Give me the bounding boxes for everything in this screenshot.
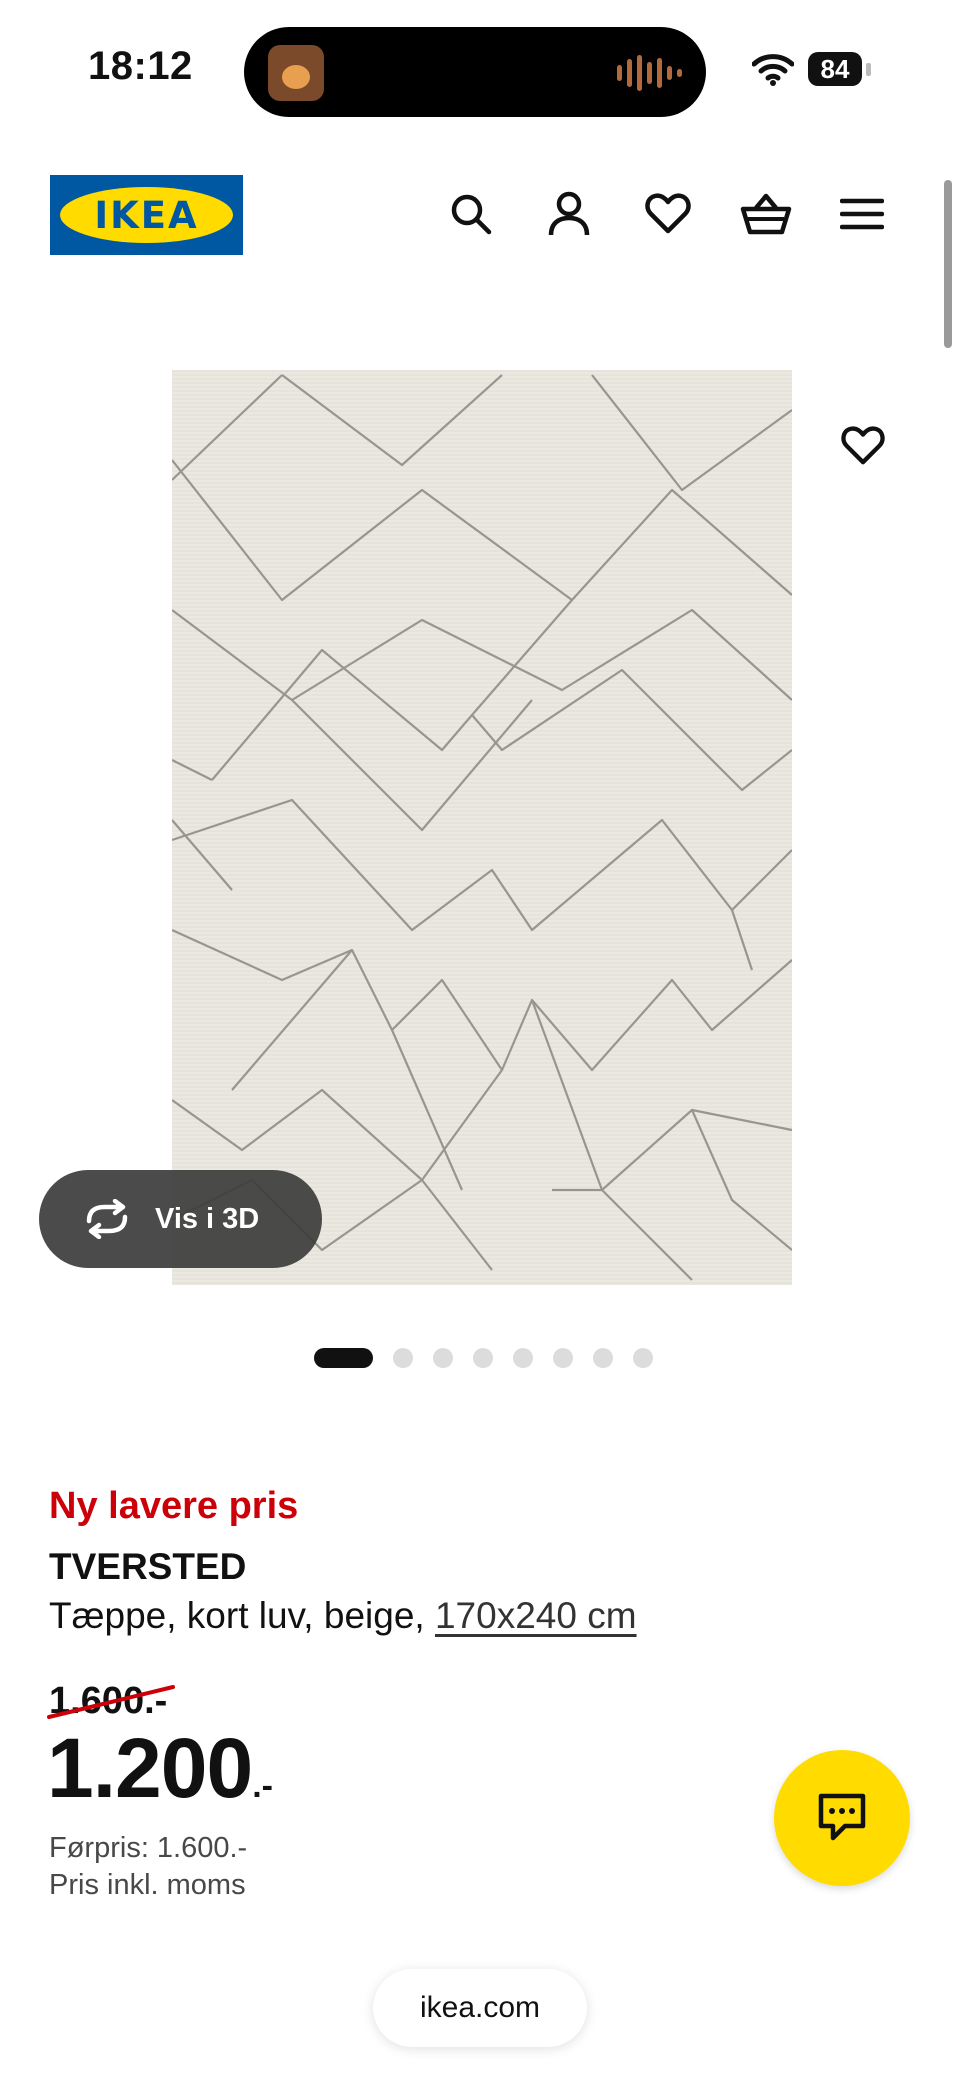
now-playing-artwork xyxy=(268,45,324,101)
product-image xyxy=(172,370,792,1285)
size-link[interactable]: 170x240 cm xyxy=(435,1595,637,1636)
strikethrough-line xyxy=(47,1685,175,1719)
account-icon[interactable] xyxy=(541,186,597,242)
chat-icon xyxy=(818,1793,866,1841)
ikea-logo[interactable]: IKEA xyxy=(50,175,243,255)
browser-url-bar[interactable]: ikea.com xyxy=(373,1969,587,2047)
price-main: 1.200 xyxy=(47,1721,253,1815)
price-suffix: .- xyxy=(252,1767,273,1805)
pagination-dot[interactable] xyxy=(473,1348,493,1368)
logo-text: IKEA xyxy=(94,193,199,237)
search-icon[interactable] xyxy=(443,186,499,242)
pagination-dot[interactable] xyxy=(433,1348,453,1368)
scrollbar[interactable] xyxy=(944,180,952,348)
status-time: 18:12 xyxy=(88,44,193,88)
heart-icon[interactable] xyxy=(640,186,696,242)
previous-price: Førpris: 1.600.- xyxy=(49,1832,248,1864)
battery-level: 84 xyxy=(808,52,862,86)
pagination-dot[interactable] xyxy=(633,1348,653,1368)
wifi-icon xyxy=(752,54,794,86)
url-text: ikea.com xyxy=(419,1991,541,2024)
current-price: 1.200.- xyxy=(47,1726,273,1810)
view-in-3d-button[interactable]: Vis i 3D xyxy=(39,1170,322,1268)
chat-button[interactable] xyxy=(774,1750,910,1886)
basket-icon[interactable] xyxy=(738,186,794,242)
pagination-dot[interactable] xyxy=(553,1348,573,1368)
vat-note: Pris inkl. moms xyxy=(49,1869,246,1901)
favorite-product-icon[interactable] xyxy=(832,415,894,477)
rotate-3d-icon xyxy=(86,1199,128,1239)
audio-waveform-icon xyxy=(617,55,682,91)
gallery-pagination[interactable] xyxy=(314,1348,653,1368)
pagination-dot[interactable] xyxy=(593,1348,613,1368)
product-name: TVERSTED xyxy=(49,1546,247,1587)
product-description-text: Tæppe, kort luv, beige, xyxy=(49,1595,425,1636)
pagination-dot[interactable] xyxy=(513,1348,533,1368)
pagination-dot[interactable] xyxy=(393,1348,413,1368)
dynamic-island[interactable] xyxy=(244,27,706,117)
battery-icon: 84 xyxy=(808,52,872,88)
menu-icon[interactable] xyxy=(834,186,890,242)
product-description: Tæppe, kort luv, beige, 170x240 cm xyxy=(49,1595,637,1637)
promo-label: Ny lavere pris xyxy=(49,1485,299,1527)
view-in-3d-label: Vis i 3D xyxy=(155,1202,260,1235)
pagination-dot[interactable] xyxy=(314,1348,373,1368)
